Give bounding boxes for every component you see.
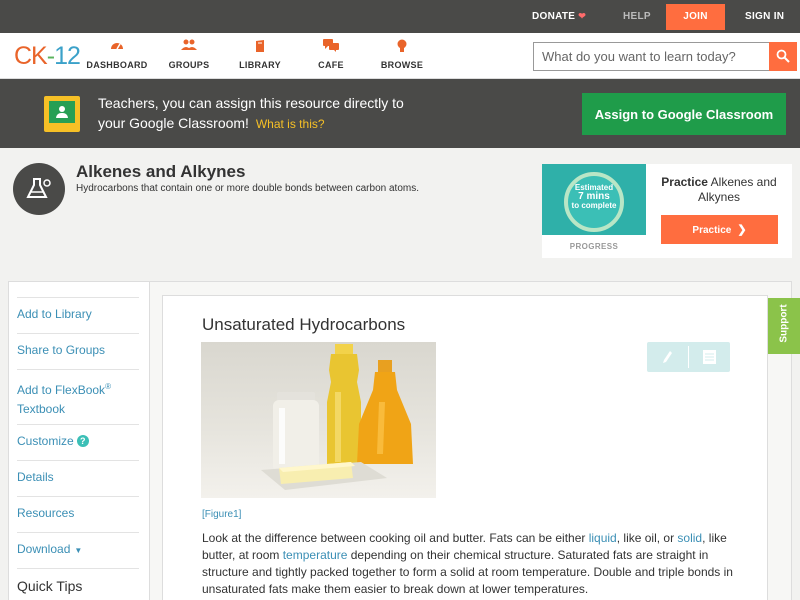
- add-to-flexbook-link[interactable]: Add to FlexBook® Textbook: [17, 377, 139, 419]
- banner-line-2: your Google Classroom!: [98, 115, 249, 131]
- add-to-library-link[interactable]: Add to Library: [17, 305, 139, 324]
- heart-icon: ❤: [578, 11, 587, 21]
- nav-browse[interactable]: BROWSE: [367, 39, 437, 70]
- logo-ck: CK: [14, 42, 48, 70]
- to-complete-label: to complete: [571, 201, 617, 210]
- join-button[interactable]: JOIN: [666, 4, 725, 30]
- dashboard-icon: [82, 39, 152, 55]
- google-classroom-icon: [44, 96, 80, 132]
- registered-mark: ®: [105, 382, 111, 391]
- chevron-right-icon: ❯: [737, 224, 747, 236]
- share-to-groups-link[interactable]: Share to Groups: [17, 341, 139, 360]
- textbook-label: Textbook: [17, 402, 66, 416]
- sidebar: Add to Library Share to Groups Add to Fl…: [8, 281, 150, 600]
- logo-dash: -: [46, 42, 55, 70]
- sign-in-link[interactable]: SIGN IN: [745, 0, 784, 33]
- details-link[interactable]: Details: [17, 468, 139, 487]
- practice-button-label: Practice: [692, 225, 732, 236]
- content-paragraph: Look at the difference between cooking o…: [202, 530, 750, 598]
- main-header: CK-12 DASHBOARD GROUPS LIBRARY CAFE BROW…: [0, 33, 800, 79]
- practice-topic-name: Alkenes and Alkynes: [697, 175, 777, 204]
- top-utility-bar: DONATE ❤ HELP JOIN SIGN IN: [0, 0, 800, 33]
- divider: [17, 297, 139, 298]
- support-label: Support: [778, 304, 790, 343]
- customize-link[interactable]: Customize?: [17, 432, 139, 451]
- nav-cafe[interactable]: CAFE: [296, 39, 366, 70]
- support-tab[interactable]: Support: [768, 298, 800, 354]
- quick-tips-heading[interactable]: Quick Tips: [17, 578, 82, 594]
- help-icon[interactable]: ?: [76, 435, 89, 447]
- notepad-icon: [703, 350, 716, 364]
- lightbulb-icon: [367, 39, 437, 55]
- ck12-logo[interactable]: CK-12: [14, 42, 81, 70]
- nav-library-label: LIBRARY: [239, 60, 281, 70]
- search-input[interactable]: [533, 42, 770, 71]
- caret-down-icon: ▼: [74, 546, 83, 555]
- divider: [17, 369, 139, 370]
- practice-card: Estimated 7 mins to complete PROGRESS Pr…: [542, 164, 792, 258]
- highlight-tool-button[interactable]: [647, 342, 688, 372]
- banner-message: Teachers, you can assign this resource d…: [98, 93, 478, 134]
- progress-label: PROGRESS: [569, 242, 619, 251]
- pen-icon: [663, 351, 672, 363]
- logo-number: 12: [54, 42, 81, 70]
- donate-link[interactable]: DONATE ❤: [532, 0, 586, 33]
- estimated-time: Estimated 7 mins to complete: [564, 183, 624, 210]
- nav-groups-label: GROUPS: [168, 60, 210, 70]
- divider: [17, 496, 139, 497]
- groups-icon: [154, 39, 224, 55]
- para-text-2: , like oil, or: [616, 531, 678, 545]
- banner-line-1: Teachers, you can assign this resource d…: [98, 95, 404, 111]
- chat-bubbles-icon: [296, 39, 366, 55]
- customize-label: Customize: [17, 434, 74, 448]
- divider: [17, 333, 139, 334]
- liquid-link[interactable]: liquid: [589, 531, 617, 545]
- oils-and-butter-photo: [201, 342, 436, 498]
- practice-topic: Practice Alkenes and Alkynes: [652, 175, 786, 205]
- annotation-toolbar: [647, 342, 730, 372]
- divider: [17, 460, 139, 461]
- help-link[interactable]: HELP: [623, 0, 651, 33]
- donate-label: DONATE: [532, 11, 576, 22]
- search-button[interactable]: [769, 42, 797, 71]
- practice-button[interactable]: Practice ❯: [661, 215, 778, 244]
- divider: [17, 424, 139, 425]
- section-title: Unsaturated Hydrocarbons: [202, 315, 406, 334]
- nav-library[interactable]: LIBRARY: [225, 39, 295, 70]
- notes-tool-button[interactable]: [689, 342, 730, 372]
- divider: [17, 532, 139, 533]
- download-label: Download: [17, 542, 71, 556]
- download-link[interactable]: Download ▼: [17, 540, 139, 560]
- nav-browse-label: BROWSE: [380, 60, 424, 70]
- library-icon: [225, 39, 295, 55]
- concept-title: Alkenes and Alkynes: [76, 162, 246, 181]
- nav-groups[interactable]: GROUPS: [154, 39, 224, 70]
- chemistry-flask-icon: [13, 163, 65, 215]
- search-icon: [776, 49, 790, 63]
- nav-cafe-label: CAFE: [318, 60, 344, 70]
- assign-to-google-classroom-button[interactable]: Assign to Google Classroom: [582, 93, 786, 135]
- add-to-flexbook-label: Add to FlexBook: [17, 383, 106, 397]
- temperature-link[interactable]: temperature: [283, 548, 348, 562]
- practice-word: Practice: [661, 175, 708, 189]
- nav-dashboard-label: DASHBOARD: [86, 60, 148, 70]
- resources-link[interactable]: Resources: [17, 504, 139, 523]
- para-text-1: Look at the difference between cooking o…: [202, 531, 589, 545]
- concept-description: Hydrocarbons that contain one or more do…: [76, 183, 419, 194]
- solid-link[interactable]: solid: [677, 531, 702, 545]
- figure-label[interactable]: [Figure1]: [202, 509, 241, 520]
- divider: [17, 568, 139, 569]
- what-is-this-link[interactable]: What is this?: [256, 117, 325, 131]
- nav-dashboard[interactable]: DASHBOARD: [82, 39, 152, 70]
